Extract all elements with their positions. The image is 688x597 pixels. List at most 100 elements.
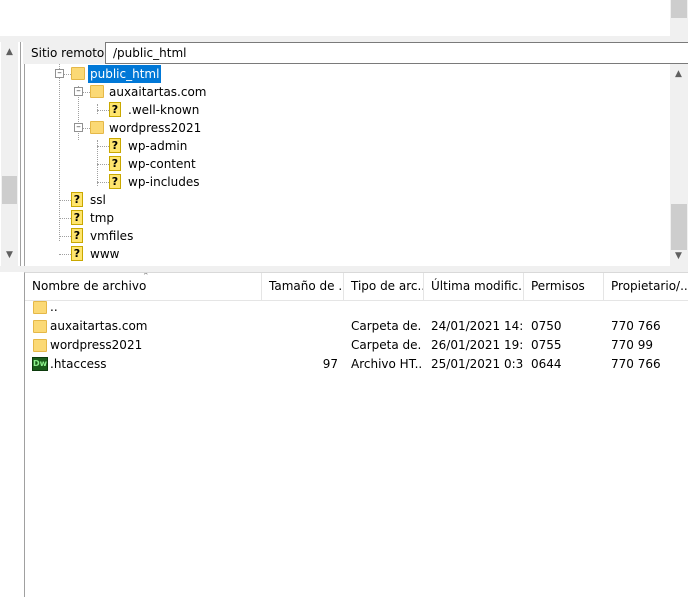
file-name[interactable]: .. bbox=[50, 298, 258, 317]
sort-ascending-icon: ⌃ bbox=[142, 273, 150, 282]
tree-node-label[interactable]: www bbox=[90, 245, 119, 263]
column-header-owner[interactable]: Propietario/... bbox=[604, 273, 688, 300]
unknown-folder-icon: ? bbox=[109, 138, 121, 153]
folder-icon bbox=[33, 339, 47, 352]
remote-path-value[interactable]: /public_html bbox=[113, 46, 186, 60]
tree-node-www[interactable]: ? www bbox=[25, 245, 665, 263]
column-header-label: Última modific... bbox=[431, 279, 524, 293]
tree-node-public-html[interactable]: – public_html bbox=[25, 65, 665, 83]
tree-node-label[interactable]: .well-known bbox=[128, 101, 199, 119]
folder-icon bbox=[71, 67, 85, 80]
file-permissions: 0755 bbox=[531, 338, 562, 352]
file-modified: 26/01/2021 19:... bbox=[431, 338, 523, 352]
scrollbar-thumb[interactable] bbox=[671, 204, 687, 250]
tree-connector bbox=[64, 74, 71, 75]
file-owner: 770 766 bbox=[611, 357, 661, 371]
tree-node-ssl[interactable]: ? ssl bbox=[25, 191, 665, 209]
unknown-folder-icon: ? bbox=[109, 174, 121, 189]
tree-node-label[interactable]: wp-includes bbox=[128, 173, 200, 191]
tree-node-wp-admin[interactable]: ? wp-admin bbox=[25, 137, 665, 155]
scroll-up-icon[interactable]: ▲ bbox=[670, 66, 687, 83]
remote-tree-scrollbar[interactable]: ▲ ▼ bbox=[670, 64, 688, 266]
unknown-folder-icon: ? bbox=[71, 246, 83, 261]
tree-node-well-known[interactable]: ? .well-known bbox=[25, 101, 665, 119]
tree-connector bbox=[83, 92, 90, 93]
collapse-icon[interactable]: – bbox=[74, 87, 83, 96]
remote-site-bar: Sitio remoto: /public_html ▼ bbox=[23, 42, 688, 64]
file-owner: 770 766 bbox=[611, 319, 661, 333]
collapse-icon[interactable]: – bbox=[55, 69, 64, 78]
remote-file-list: Nombre de archivo ⌃ Tamaño de ... Tipo d… bbox=[24, 272, 688, 597]
tree-node-wp-content[interactable]: ? wp-content bbox=[25, 155, 665, 173]
column-header-modified[interactable]: Última modific... bbox=[424, 273, 524, 300]
file-row[interactable]: auxaitartas.com Carpeta de... 24/01/2021… bbox=[25, 317, 688, 336]
file-type: Carpeta de... bbox=[351, 319, 421, 333]
column-header-permissions[interactable]: Permisos bbox=[524, 273, 604, 300]
tree-node-vmfiles[interactable]: ? vmfiles bbox=[25, 227, 665, 245]
column-header-label: Tamaño de ... bbox=[269, 279, 344, 293]
tree-node-label[interactable]: vmfiles bbox=[90, 227, 133, 245]
local-tree-pane: ▲ ▼ bbox=[0, 42, 21, 266]
tree-node-wp-includes[interactable]: ? wp-includes bbox=[25, 173, 665, 191]
file-row-parent[interactable]: .. bbox=[25, 298, 688, 317]
tree-connector bbox=[59, 200, 71, 201]
column-header-label: Tipo de arc... bbox=[351, 279, 424, 293]
folder-icon bbox=[90, 121, 104, 134]
file-name[interactable]: wordpress2021 bbox=[50, 336, 258, 355]
folder-icon bbox=[90, 85, 104, 98]
folder-icon bbox=[33, 320, 47, 333]
file-modified: 25/01/2021 0:3... bbox=[431, 357, 523, 371]
scroll-up-icon[interactable]: ▲ bbox=[1, 44, 18, 61]
tree-connector bbox=[59, 236, 71, 237]
tree-connector bbox=[97, 146, 109, 147]
tree-connector bbox=[83, 128, 90, 129]
scrollbar-thumb[interactable] bbox=[2, 176, 17, 204]
file-name[interactable]: auxaitartas.com bbox=[50, 317, 258, 336]
tree-node-label[interactable]: tmp bbox=[90, 209, 114, 227]
tree-node-label[interactable]: auxaitartas.com bbox=[109, 83, 207, 101]
folder-icon bbox=[33, 301, 47, 314]
tree-connector bbox=[97, 164, 109, 165]
column-header-label: Permisos bbox=[531, 279, 585, 293]
unknown-folder-icon: ? bbox=[109, 156, 121, 171]
file-modified: 24/01/2021 14:... bbox=[431, 319, 523, 333]
tree-node-label[interactable]: ssl bbox=[90, 191, 106, 209]
file-type: Carpeta de... bbox=[351, 338, 421, 352]
remote-path-combobox[interactable]: /public_html ▼ bbox=[105, 42, 688, 64]
file-row[interactable]: wordpress2021 Carpeta de... 26/01/2021 1… bbox=[25, 336, 688, 355]
column-header-size[interactable]: Tamaño de ... bbox=[262, 273, 344, 300]
column-header-name[interactable]: Nombre de archivo ⌃ bbox=[25, 273, 262, 300]
remote-site-label: Sitio remoto: bbox=[31, 46, 109, 60]
tree-node-label[interactable]: public_html bbox=[88, 65, 162, 83]
file-type: Archivo HT... bbox=[351, 357, 421, 371]
message-log-pane bbox=[0, 0, 688, 36]
tree-node-auxaitartas[interactable]: – auxaitartas.com bbox=[25, 83, 665, 101]
tree-node-label[interactable]: wp-content bbox=[128, 155, 196, 173]
scrollbar-thumb[interactable] bbox=[671, 0, 687, 18]
tree-connector bbox=[59, 218, 71, 219]
tree-node-wordpress2021[interactable]: – wordpress2021 bbox=[25, 119, 665, 137]
unknown-folder-icon: ? bbox=[71, 228, 83, 243]
unknown-folder-icon: ? bbox=[109, 102, 121, 117]
file-owner: 770 99 bbox=[611, 338, 653, 352]
tree-connector bbox=[59, 254, 71, 255]
tree-node-tmp[interactable]: ? tmp bbox=[25, 209, 665, 227]
tree-node-label[interactable]: wordpress2021 bbox=[109, 119, 201, 137]
scroll-down-icon[interactable]: ▼ bbox=[1, 247, 18, 264]
scroll-down-icon[interactable]: ▼ bbox=[670, 248, 687, 265]
message-log-scrollbar[interactable] bbox=[670, 0, 688, 36]
column-header-label: Propietario/... bbox=[611, 279, 688, 293]
column-header-type[interactable]: Tipo de arc... bbox=[344, 273, 424, 300]
file-name[interactable]: .htaccess bbox=[50, 355, 258, 374]
file-list-header: Nombre de archivo ⌃ Tamaño de ... Tipo d… bbox=[25, 273, 688, 301]
local-tree-scrollbar[interactable]: ▲ ▼ bbox=[1, 42, 18, 266]
remote-directory-tree: – public_html – auxaitartas.com ? .well-… bbox=[24, 64, 671, 266]
unknown-folder-icon: ? bbox=[71, 192, 83, 207]
unknown-folder-icon: ? bbox=[71, 210, 83, 225]
column-header-label: Nombre de archivo bbox=[32, 279, 147, 293]
tree-connector bbox=[97, 110, 109, 111]
file-size: 97 bbox=[322, 357, 338, 371]
collapse-icon[interactable]: – bbox=[74, 123, 83, 132]
file-row[interactable]: Dw .htaccess 97 Archivo HT... 25/01/2021… bbox=[25, 355, 688, 374]
tree-node-label[interactable]: wp-admin bbox=[128, 137, 187, 155]
